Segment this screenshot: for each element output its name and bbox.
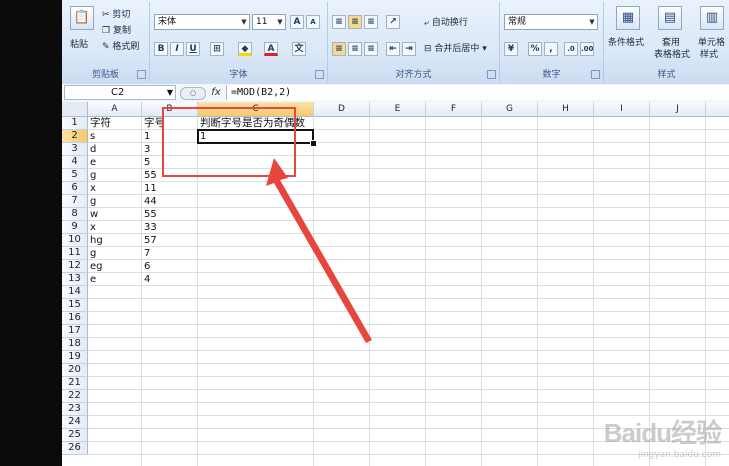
annotation-arrow (266, 158, 372, 343)
excel-window: 📋 粘贴 ✂ 剪切 ❐ 复制 ✎ 格式刷 剪贴板 宋体 ▼ 11 ▼ A A B I… (62, 0, 729, 466)
baidu-watermark: Baidu经验 jingyan.baidu.com (603, 418, 722, 460)
